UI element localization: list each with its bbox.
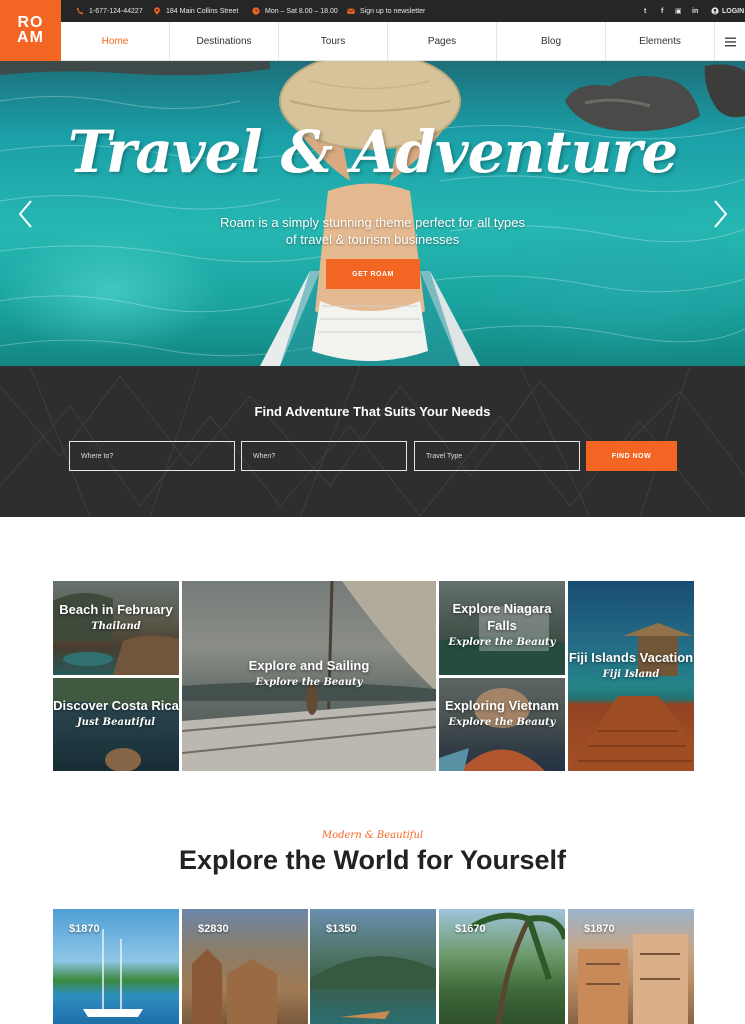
travel-type-select[interactable]: Travel Type	[414, 441, 580, 471]
tile-title: Explore and Sailing	[248, 658, 370, 673]
hero-title: Travel & Adventure	[67, 118, 678, 186]
search-band: Find Adventure That Suits Your Needs Whe…	[0, 366, 745, 517]
destination-tile-niagara[interactable]: Explore Niagara Falls Explore the Beauty	[439, 581, 565, 675]
tour-price: $1870	[584, 923, 615, 935]
twitter-icon[interactable]: t	[644, 0, 646, 22]
tile-title: Beach in February	[59, 602, 173, 617]
tile-caption: Exploring Vietnam Explore the Beauty	[439, 697, 565, 728]
tile-title: Discover Costa Rica	[53, 698, 179, 713]
tour-price: $1870	[69, 923, 100, 935]
slider-next-arrow-icon[interactable]	[711, 199, 729, 229]
nav-item-elements[interactable]: Elements	[606, 22, 715, 61]
phone-number: 1-677-124-44227	[89, 7, 143, 15]
tile-subtitle: Thailand	[91, 621, 141, 632]
newsletter-text: Sign up to newsletter	[360, 7, 426, 15]
section-heading: Explore the World for Yourself	[178, 845, 567, 875]
when-input[interactable]: When?	[241, 441, 407, 471]
tile-title: Explore Niagara Falls	[452, 601, 552, 633]
tile-caption: Explore Niagara Falls Explore the Beauty	[439, 600, 565, 648]
tour-card[interactable]: $1670	[439, 909, 565, 1024]
clock-icon	[252, 7, 260, 15]
address-text: 184 Main Collins Street	[166, 7, 239, 15]
destination-tile-costa-rica[interactable]: Discover Costa Rica Just Beautiful	[53, 678, 179, 771]
phone-contact[interactable]: 1-677-124-44227	[76, 0, 143, 22]
login-link[interactable]: LOGIN	[711, 0, 744, 22]
tile-subtitle: Explore the Beauty	[448, 717, 556, 728]
hours-text: Mon – Sat 8.00 – 18.00	[265, 7, 338, 15]
tile-title: Exploring Vietnam	[445, 698, 559, 713]
site-logo[interactable]: RO AM	[0, 0, 61, 61]
tour-card[interactable]: $1350	[310, 909, 436, 1024]
opening-hours: Mon – Sat 8.00 – 18.00	[252, 0, 338, 22]
nav-item-blog[interactable]: Blog	[497, 22, 606, 61]
nav-item-destinations[interactable]: Destinations	[170, 22, 279, 61]
instagram-icon[interactable]: ▣	[675, 0, 682, 22]
address-contact: 184 Main Collins Street	[153, 0, 238, 22]
logo-line-1: RO	[17, 14, 44, 31]
user-icon	[711, 7, 719, 15]
tour-price: $1670	[455, 923, 486, 935]
find-now-button[interactable]: FIND NOW	[586, 441, 677, 471]
tile-caption: Beach in February Thailand	[53, 601, 179, 632]
tour-card[interactable]: $2830	[182, 909, 308, 1024]
main-navigation: Home Destinations Tours Pages Blog Eleme…	[61, 22, 745, 61]
destination-tile-sailing[interactable]: Explore and Sailing Explore the Beauty	[182, 581, 436, 771]
hamburger-icon	[724, 37, 736, 46]
tile-caption: Fiji Islands Vacation Fiji Island	[568, 649, 694, 680]
tile-subtitle: Just Beautiful	[76, 717, 156, 728]
search-title: Find Adventure That Suits Your Needs	[254, 404, 491, 419]
destination-tile-beach-february[interactable]: Beach in February Thailand	[53, 581, 179, 675]
top-bar: 1-677-124-44227 184 Main Collins Street …	[0, 0, 745, 22]
slider-prev-arrow-icon[interactable]	[17, 199, 35, 229]
facebook-icon[interactable]: f	[661, 0, 663, 22]
tour-price: $1350	[326, 923, 357, 935]
phone-icon	[76, 7, 84, 15]
newsletter-link[interactable]: Sign up to newsletter	[347, 0, 425, 22]
where-to-input[interactable]: Where to?	[69, 441, 235, 471]
logo-line-2: AM	[17, 29, 44, 46]
nav-item-home[interactable]: Home	[61, 22, 170, 61]
destination-tile-vietnam[interactable]: Exploring Vietnam Explore the Beauty	[439, 678, 565, 771]
nav-item-tours[interactable]: Tours	[279, 22, 388, 61]
tile-subtitle: Fiji Island	[602, 669, 660, 680]
section-kicker: Modern & Beautiful	[321, 830, 424, 841]
tile-caption: Discover Costa Rica Just Beautiful	[53, 697, 179, 728]
tile-caption: Explore and Sailing Explore the Beauty	[182, 657, 436, 688]
linkedin-icon[interactable]: in	[692, 0, 698, 22]
map-pin-icon	[154, 7, 160, 15]
hero-slider: Travel & Adventure Roam is a simply stun…	[0, 61, 745, 366]
tile-subtitle: Explore the Beauty	[255, 677, 363, 688]
envelope-icon	[347, 8, 355, 14]
destination-tile-fiji[interactable]: Fiji Islands Vacation Fiji Island	[568, 581, 694, 771]
tour-card[interactable]: $1870	[53, 909, 179, 1024]
nav-item-pages[interactable]: Pages	[388, 22, 497, 61]
tour-price: $2830	[198, 923, 229, 935]
get-roam-button[interactable]: GET ROAM	[326, 259, 420, 289]
hamburger-menu-button[interactable]	[715, 22, 745, 61]
login-label: LOGIN	[722, 7, 745, 15]
tile-subtitle: Explore the Beauty	[448, 637, 556, 648]
distant-shore	[0, 61, 270, 76]
hero-subtitle: Roam is a simply stunning theme perfect …	[220, 215, 525, 247]
tile-title: Fiji Islands Vacation	[568, 650, 694, 665]
tour-card[interactable]: $1870	[568, 909, 694, 1024]
